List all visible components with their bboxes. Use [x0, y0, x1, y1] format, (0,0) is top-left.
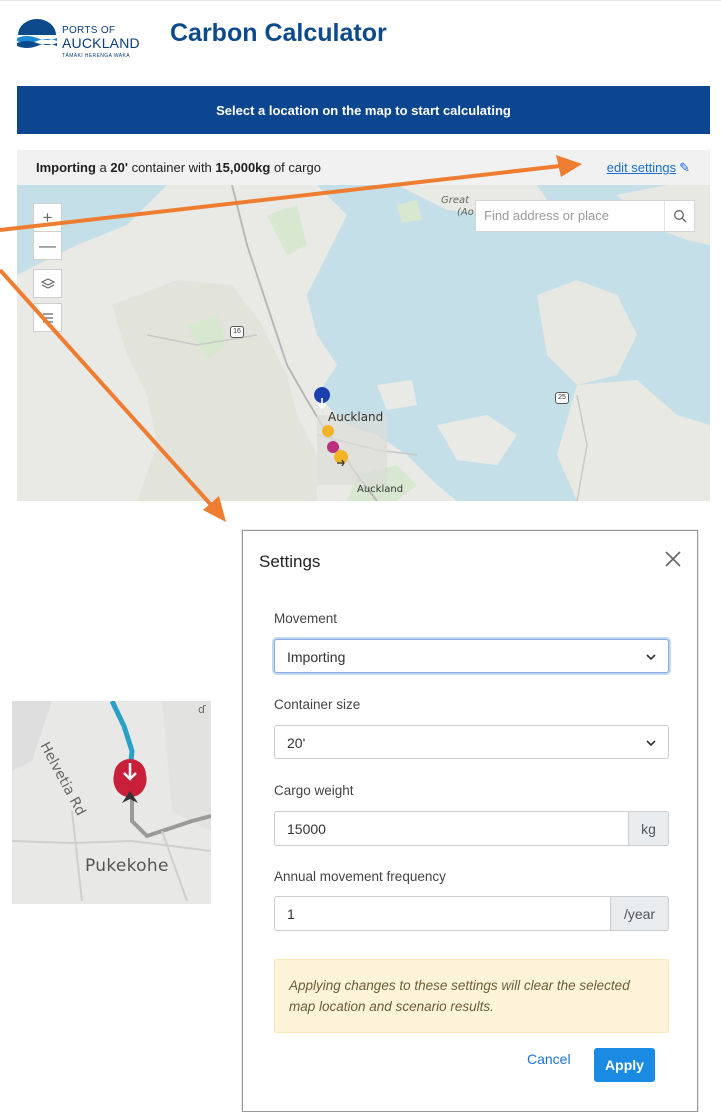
- summary-movement: Importing: [36, 160, 96, 175]
- cargo-weight-input[interactable]: 15000: [274, 811, 629, 846]
- inset-map: ɗ Helvetia Rd Pukekohe: [12, 701, 211, 904]
- map-search[interactable]: [475, 200, 695, 232]
- close-icon: [665, 551, 681, 567]
- map-label-auckland-south: Auckland: [357, 484, 404, 495]
- modal-title: Settings: [259, 552, 321, 571]
- cargo-weight-group: 15000 kg: [274, 811, 669, 846]
- location-pin-icon: [113, 759, 147, 803]
- edit-settings-label: edit settings: [606, 160, 677, 175]
- close-button[interactable]: [663, 549, 683, 569]
- summary-text-c: of cargo: [270, 160, 321, 175]
- container-size-value: 20': [287, 735, 306, 751]
- map-label-great-barrier-2: (Ao: [457, 207, 474, 218]
- route-25-badge: 25: [555, 392, 569, 404]
- map-label-great-barrier: Great: [441, 195, 470, 206]
- frequency-unit: /year: [611, 896, 669, 931]
- movement-value: Importing: [287, 649, 346, 665]
- container-size-label: Container size: [274, 697, 361, 712]
- logo-wave-icon: [17, 19, 57, 48]
- ports-of-auckland-logo[interactable]: PORTS OF AUCKLAND TĀMAKI HERENGA WAKA: [16, 13, 156, 59]
- inset-town-label: Pukekohe: [85, 856, 169, 876]
- layers-icon: [40, 277, 55, 289]
- map-basemap: [17, 185, 710, 501]
- apply-button[interactable]: Apply: [594, 1048, 655, 1082]
- edit-settings-link[interactable]: edit settings ✎: [607, 160, 690, 176]
- frequency-value: 1: [287, 906, 295, 922]
- page-title: Carbon Calculator: [170, 19, 387, 47]
- chevron-down-icon: [646, 654, 656, 661]
- container-size-select[interactable]: 20': [274, 725, 669, 759]
- summary-text-a: a: [95, 160, 111, 175]
- list-icon: [42, 312, 53, 323]
- movement-label: Movement: [274, 611, 338, 626]
- movement-select[interactable]: Importing: [274, 639, 669, 673]
- legend-button[interactable]: [33, 303, 62, 332]
- chevron-down-icon: [646, 740, 656, 747]
- zoom-in-label: +: [42, 207, 53, 227]
- zoom-in-button[interactable]: +: [33, 203, 62, 232]
- route-16-badge: 16: [230, 326, 244, 338]
- summary-text-b: container with: [127, 160, 216, 175]
- warning-alert: Applying changes to these settings will …: [274, 959, 669, 1033]
- svg-text:ɗ: ɗ: [198, 703, 206, 716]
- pencil-icon: ✎: [679, 160, 690, 175]
- map-label-auckland: Auckland: [328, 410, 384, 424]
- search-icon: [673, 210, 686, 223]
- summary-weight: 15,000kg: [215, 160, 271, 175]
- summary-text: Importing a 20' container with 15,000kg …: [36, 160, 321, 175]
- cargo-weight-unit: kg: [629, 811, 669, 846]
- search-input[interactable]: [484, 208, 664, 223]
- logo-text-maori: TĀMAKI HERENGA WAKA: [62, 53, 130, 59]
- cargo-weight-value: 15000: [287, 821, 326, 837]
- app-header: PORTS OF AUCKLAND TĀMAKI HERENGA WAKA Ca…: [0, 0, 721, 68]
- zoom-out-button[interactable]: —: [33, 231, 62, 260]
- logo-text-auckland: AUCKLAND: [62, 35, 140, 51]
- zoom-out-label: —: [39, 235, 56, 255]
- settings-modal: Settings Movement Importing Container si…: [242, 530, 698, 1112]
- settings-summary: Importing a 20' container with 15,000kg …: [17, 150, 710, 185]
- summary-size: 20': [110, 160, 128, 175]
- frequency-label: Annual movement frequency: [274, 869, 446, 884]
- frequency-input[interactable]: 1: [274, 896, 611, 931]
- layers-button[interactable]: [33, 269, 62, 298]
- map-view[interactable]: + — Great (Ao 16 25 Auckland Auckland: [17, 185, 710, 501]
- cancel-button[interactable]: Cancel: [527, 1051, 571, 1067]
- cargo-weight-label: Cargo weight: [274, 783, 354, 798]
- instruction-banner: Select a location on the map to start ca…: [17, 86, 710, 134]
- frequency-group: 1 /year: [274, 896, 669, 931]
- search-button[interactable]: [664, 201, 694, 231]
